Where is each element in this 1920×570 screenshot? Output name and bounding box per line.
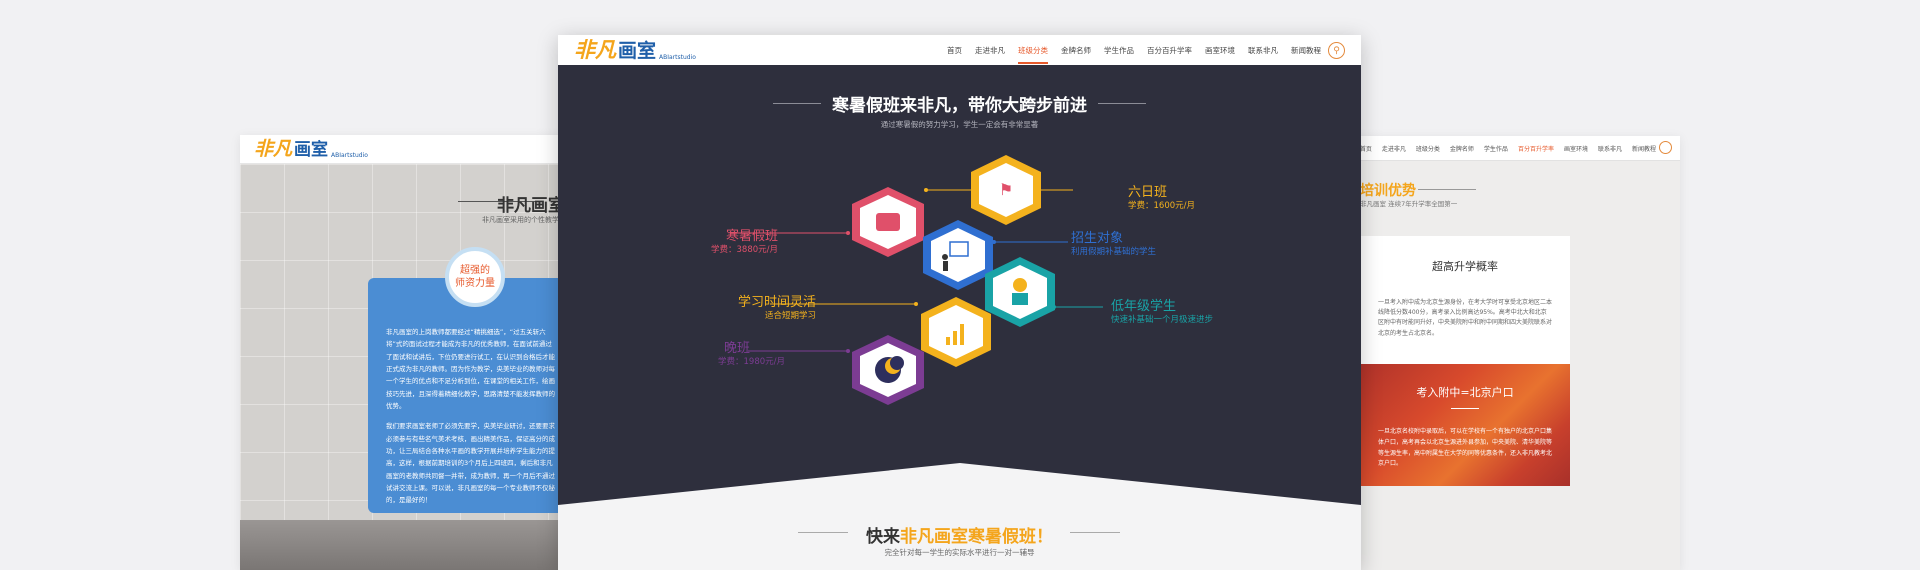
hex-evening[interactable]: [852, 335, 924, 405]
flexible-desc: 适合短期学习: [765, 311, 817, 321]
right-nav-item[interactable]: 学生作品: [1484, 144, 1508, 153]
left-logo[interactable]: 非凡 画室 ABIartstudio: [254, 137, 368, 160]
right-nav-item[interactable]: 班级分类: [1416, 144, 1440, 153]
hex-junior[interactable]: [985, 257, 1055, 327]
card-divider: [1451, 408, 1479, 409]
hex-flexible[interactable]: [921, 297, 991, 367]
sixday-class-title: 六日班: [1128, 185, 1168, 200]
junior-title: 低年级学生: [1111, 299, 1177, 314]
student-body-icon: [1012, 293, 1028, 305]
left-section-title: 非凡画室: [497, 196, 565, 216]
bottom-subtitle: 完全针对每一学生的实际水平进行一对一辅导: [884, 548, 1035, 557]
teacher-body-icon: [943, 261, 948, 271]
easel-icon: ⚑: [999, 180, 1013, 199]
left-bottom-photo: [240, 520, 565, 570]
advantage-card-2: 考入附中=北京户口 一旦北京名校附中录取后，可以在学校有一个有独户的北京户口集体…: [1360, 364, 1570, 486]
bottom-divider-right: [1070, 532, 1120, 533]
left-header: 非凡 画室 ABIartstudio: [240, 135, 565, 164]
card-body: 一旦北京名校附中录取后，可以在学校有一个有独户的北京户口集体户口，高考再会以北京…: [1378, 428, 1553, 468]
connector-dot: [914, 302, 918, 306]
teacher-info-panel: 非凡画室的上岗教师都要经过“精挑细选”，“过五关斩六将”式的面试过程才能成为非凡…: [368, 278, 568, 513]
evening-class-title: 晚班: [724, 341, 751, 356]
logo-part1: 非凡: [254, 137, 293, 160]
left-mockup-page: 非凡 画室 ABIartstudio 非凡画室 非凡画室采用的个性教学 超强的 …: [240, 135, 568, 570]
winter-class-title: 寒暑假班: [726, 229, 779, 244]
card-body: 一旦考入附中成为北京生源身份，在考大学时可享受北京地区二本线降低分数400分，高…: [1378, 299, 1553, 337]
right-nav-item[interactable]: 走进非凡: [1382, 144, 1406, 153]
right-nav-item[interactable]: 画室环境: [1564, 144, 1588, 153]
connector-dot: [846, 231, 850, 235]
target-desc: 利用假期补基础的学生: [1071, 247, 1157, 257]
right-nav-item[interactable]: 联系非凡: [1598, 144, 1622, 153]
connector-dot: [846, 349, 850, 353]
badge-line2: 师资力量: [455, 278, 495, 289]
right-section-subtitle: 非凡画室 连续7年升学率全国第一: [1360, 200, 1458, 208]
right-nav-item[interactable]: 首页: [1360, 144, 1372, 153]
bar-chart-icon: [946, 337, 950, 345]
class-hex-diagram: ⚑: [558, 155, 1361, 570]
hex-target[interactable]: [923, 220, 993, 290]
bottom-title-post: ！: [1036, 527, 1053, 547]
bottom-title-pre: 快来: [866, 527, 900, 547]
student-head-icon: [1013, 278, 1027, 292]
hex-winter[interactable]: [852, 187, 924, 257]
right-mockup-page: 首页 走进非凡 班级分类 金牌名师 学生作品 百分百升学率 画室环境 联系非凡 …: [1318, 136, 1680, 570]
badge-line1: 超强的: [460, 265, 490, 276]
target-title: 招生对象: [1071, 231, 1124, 246]
panel-paragraph-2: 我们要求画室老师了必须先要学，央美毕业研讨，还要要求必须参与有些名气美术考核，画…: [386, 422, 555, 505]
winter-class-fee: 学费：3880元/月: [711, 245, 778, 255]
search-icon[interactable]: [1659, 141, 1672, 154]
flexible-title: 学习时间灵活: [738, 295, 817, 310]
panel-paragraph-1: 非凡画室的上岗教师都要经过“精挑细选”，“过五关斩六将”式的面试过程才能成为非凡…: [386, 328, 555, 411]
bottom-title-highlight: 非凡画室寒暑假班: [900, 527, 1036, 547]
teacher-head-icon: [942, 254, 948, 260]
evening-class-fee: 学费：1980元/月: [718, 357, 785, 367]
left-section-subtitle: 非凡画室采用的个性教学: [482, 216, 559, 224]
card-title: 超高升学概率: [1432, 260, 1498, 273]
right-section-title: 培训优势: [1360, 183, 1416, 199]
teacher-badge: 超强的 师资力量: [445, 247, 505, 307]
logo-part2: 画室: [294, 139, 329, 160]
right-nav: 首页 走进非凡 班级分类 金牌名师 学生作品 百分百升学率 画室环境 联系非凡 …: [1318, 136, 1680, 161]
connector-dot: [924, 188, 928, 192]
sixday-class-fee: 学费：1600元/月: [1128, 201, 1195, 211]
hex-sixday[interactable]: ⚑: [971, 155, 1041, 225]
junior-desc: 快速补基础一个月极速进步: [1111, 315, 1214, 325]
right-nav-item-active[interactable]: 百分百升学率: [1518, 144, 1554, 153]
advantage-card-1: 超高升学概率 一旦考入附中成为北京生源身份，在考大学时可享受北京地区二本线降低分…: [1360, 236, 1570, 364]
center-mockup-page: 非凡 画室 ABIartstudio 首页 走进非凡 班级分类 金牌名师 学生作…: [558, 35, 1361, 570]
card-title: 考入附中=北京户口: [1416, 386, 1514, 399]
logo-sub: ABIartstudio: [331, 151, 368, 159]
right-nav-item[interactable]: 新闻教程: [1632, 144, 1656, 153]
bottom-title: 快来非凡画室寒暑假班！: [558, 522, 1361, 547]
right-nav-item[interactable]: 金牌名师: [1450, 144, 1474, 153]
title-divider: [1418, 189, 1476, 190]
gift-icon: [876, 213, 900, 231]
